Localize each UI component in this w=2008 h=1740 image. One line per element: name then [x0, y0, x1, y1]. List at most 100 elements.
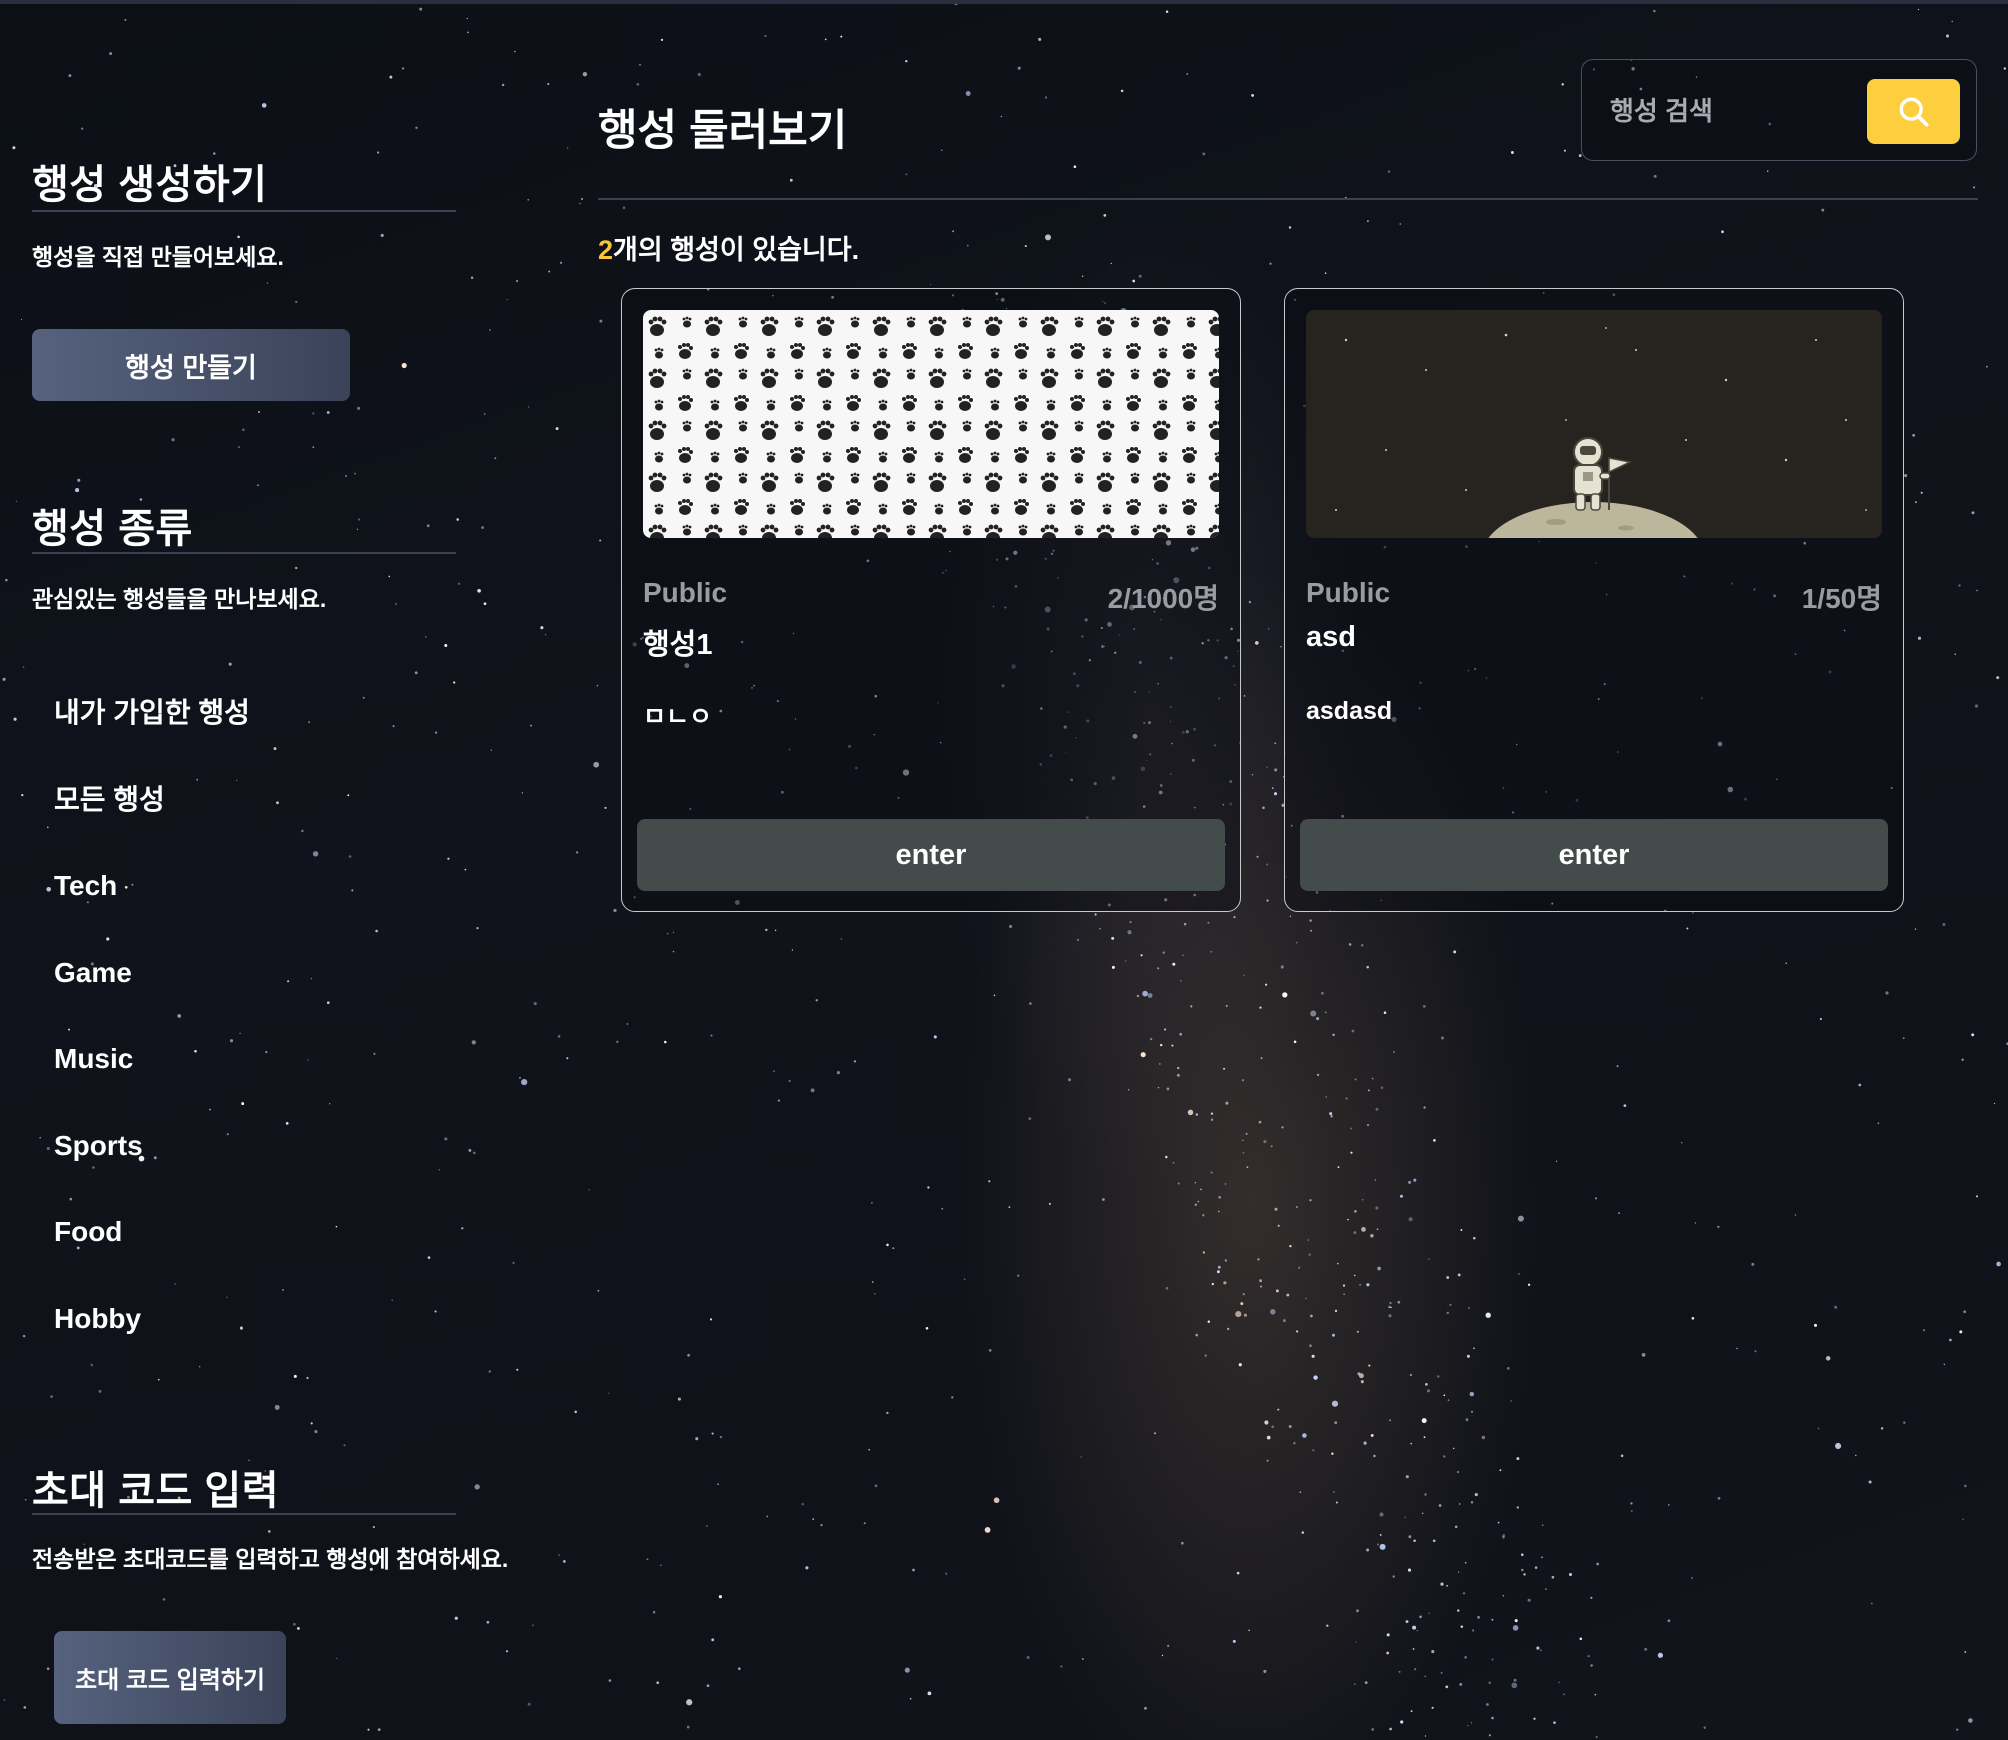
star — [1968, 1718, 1973, 1723]
star — [1044, 234, 1052, 241]
star — [1902, 1037, 1905, 1040]
star — [1366, 1283, 1370, 1287]
star — [1171, 1044, 1174, 1047]
create-section-subtitle: 행성을 직접 만들어보세요. — [32, 244, 284, 270]
star — [1243, 974, 1245, 977]
star — [1225, 1005, 1228, 1007]
star — [1751, 1262, 1755, 1266]
star — [1388, 1305, 1391, 1309]
star — [1157, 967, 1160, 970]
star — [718, 1595, 722, 1599]
search-button[interactable] — [1867, 79, 1960, 144]
star — [1194, 1203, 1197, 1206]
star — [1140, 954, 1143, 957]
star — [1307, 1239, 1310, 1241]
star — [1440, 1671, 1443, 1674]
star — [1424, 1493, 1427, 1496]
star — [801, 1502, 805, 1506]
star — [773, 1070, 776, 1073]
star — [1616, 1065, 1619, 1068]
star — [1459, 1503, 1461, 1505]
star — [652, 1610, 656, 1614]
star — [1454, 1525, 1458, 1529]
star — [1211, 1282, 1214, 1286]
invite-code-button[interactable]: 초대 코드 입력하기 — [54, 1631, 286, 1724]
star — [597, 1289, 600, 1292]
star — [988, 1180, 991, 1183]
star — [1368, 1089, 1370, 1092]
star — [575, 851, 579, 854]
category-item-music[interactable]: Music — [54, 1034, 250, 1121]
star — [1474, 1493, 1478, 1497]
star — [596, 684, 599, 687]
invite-section-divider — [32, 1513, 456, 1515]
category-item-hobby[interactable]: Hobby — [54, 1294, 250, 1381]
create-section-divider — [32, 210, 456, 212]
star — [1469, 1391, 1475, 1397]
category-item-tech[interactable]: Tech — [54, 861, 250, 948]
star — [1419, 1615, 1422, 1619]
star — [824, 38, 827, 41]
star — [599, 319, 603, 323]
star — [1266, 766, 1268, 768]
enter-planet-button[interactable]: enter — [1300, 819, 1888, 891]
star — [1690, 1576, 1693, 1579]
star — [1477, 1616, 1480, 1619]
star — [1167, 1644, 1170, 1647]
star — [1347, 1218, 1349, 1221]
star — [1425, 1383, 1428, 1386]
star — [1202, 1213, 1205, 1217]
search-input[interactable] — [1608, 86, 1862, 136]
star — [1364, 1681, 1368, 1684]
star — [1521, 1553, 1524, 1556]
star — [1204, 1354, 1207, 1357]
star — [1416, 1629, 1418, 1632]
star — [1421, 1418, 1427, 1424]
star — [1310, 1010, 1317, 1017]
star — [1332, 1033, 1335, 1037]
star — [1553, 1721, 1556, 1724]
star — [988, 1349, 992, 1352]
create-section-title: 행성 생성하기 — [32, 163, 268, 207]
planet-description: asdasd — [1306, 697, 1393, 725]
sidebar: 행성 생성하기 행성을 직접 만들어보세요. 행성 만들기 행성 종류 관심있는… — [0, 0, 560, 1740]
star — [1400, 1194, 1403, 1198]
star — [840, 35, 843, 38]
star — [1309, 919, 1312, 922]
category-item-all[interactable]: 모든 행성 — [54, 775, 250, 862]
star — [1920, 491, 1923, 494]
star — [1456, 1470, 1460, 1474]
category-item-joined[interactable]: 내가 가입한 행성 — [54, 688, 250, 775]
star — [1491, 1658, 1494, 1661]
enter-planet-button[interactable]: enter — [637, 819, 1225, 891]
star — [1405, 1620, 1409, 1624]
star — [810, 1088, 815, 1093]
star — [1248, 1629, 1250, 1632]
star — [791, 949, 794, 951]
star — [1024, 245, 1027, 248]
star — [639, 63, 641, 66]
star — [1000, 115, 1003, 118]
star — [1127, 930, 1132, 935]
category-item-food[interactable]: Food — [54, 1207, 250, 1294]
star — [660, 38, 664, 42]
star — [566, 1057, 569, 1060]
category-item-sports[interactable]: Sports — [54, 1121, 250, 1208]
category-item-game[interactable]: Game — [54, 948, 250, 1035]
star — [1618, 1212, 1620, 1214]
star — [1657, 1652, 1664, 1658]
star — [1140, 1052, 1146, 1058]
star — [1534, 1566, 1538, 1569]
star — [1767, 170, 1769, 172]
star — [1383, 1011, 1387, 1014]
star — [1819, 1017, 1822, 1021]
star — [1150, 1037, 1153, 1041]
star — [1243, 695, 1246, 697]
star — [1428, 1258, 1430, 1260]
star — [1721, 230, 1724, 234]
create-planet-button[interactable]: 행성 만들기 — [32, 329, 350, 401]
star — [1590, 1664, 1593, 1667]
star — [1667, 1619, 1671, 1623]
star — [1467, 1724, 1469, 1727]
star — [580, 197, 584, 201]
